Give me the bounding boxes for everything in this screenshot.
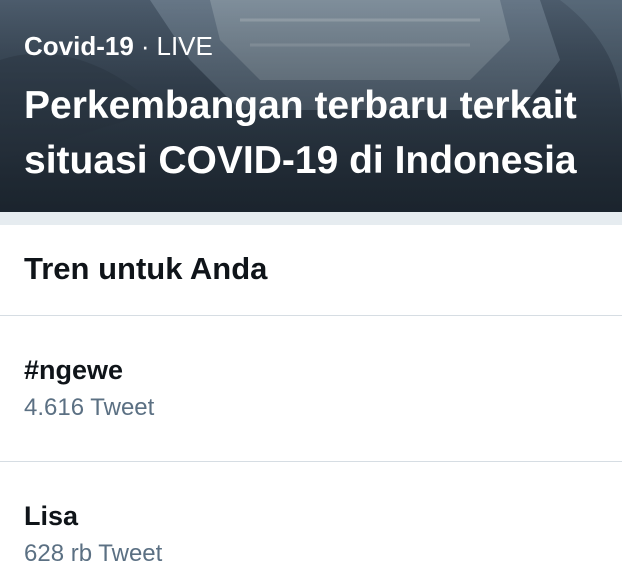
- live-label: LIVE: [156, 31, 213, 61]
- banner-headline: Perkembangan terbaru terkait situasi COV…: [24, 78, 622, 188]
- trend-name: Lisa: [24, 501, 79, 531]
- explore-screen: Covid-19 · LIVE Perkembangan terbaru terka…: [0, 0, 622, 587]
- section-divider: [0, 212, 622, 225]
- banner-meta: Covid-19 · LIVE: [24, 30, 213, 62]
- banner-category: Covid-19: [24, 31, 134, 61]
- covid-news-banner[interactable]: Covid-19 · LIVE Perkembangan terbaru terka…: [0, 0, 622, 212]
- trend-tweet-count: 628 rb Tweet: [24, 540, 163, 567]
- trend-item[interactable]: Lisa 628 rb Tweet: [0, 462, 622, 587]
- section-title: Tren untuk Anda: [24, 251, 268, 286]
- trend-tweet-count: 4.616 Tweet: [24, 394, 155, 421]
- banner-headline-line-2: situasi COVID-19 di Indonesia: [24, 139, 577, 182]
- trend-name: #ngewe: [24, 355, 124, 385]
- banner-separator: ·: [140, 31, 150, 61]
- trend-item[interactable]: #ngewe 4.616 Tweet: [0, 316, 622, 461]
- banner-headline-line-1: Perkembangan terbaru terkait: [24, 84, 577, 127]
